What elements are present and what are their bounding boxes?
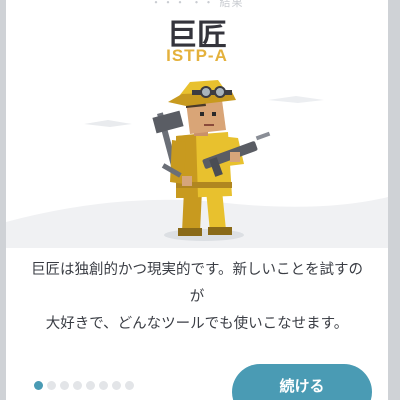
- hand-left: [182, 176, 192, 186]
- bird-right: [268, 96, 324, 103]
- bird-left: [84, 120, 132, 127]
- eye-right: [212, 112, 216, 116]
- description-line-2: 大好きで、どんなツールでも使いこなせます。: [45, 316, 349, 332]
- goggle-lens-left: [200, 86, 212, 98]
- hand-right: [230, 152, 240, 162]
- goggles-strap: [192, 90, 232, 95]
- virtuoso-character-with-tools-icon: [6, 80, 388, 248]
- page-dot-8[interactable]: [125, 381, 134, 390]
- eye-left: [200, 112, 204, 116]
- mouth: [204, 124, 214, 126]
- description-line-1: 巨匠は独創的かつ現実的です。新しいことを試すのが: [30, 262, 364, 305]
- drill-bit: [255, 131, 271, 141]
- personality-type-code: ISTP-A: [166, 46, 228, 65]
- result-card: ・・・ ・・ 結果 巨匠 ISTP-A 巨匠は独創的かつ現実的です。新しいことを…: [6, 0, 388, 400]
- page-indicator: [34, 381, 134, 390]
- progress-caption: ・・・ ・・ 結果: [150, 0, 244, 9]
- page-dot-7[interactable]: [112, 381, 121, 390]
- boot-right: [208, 227, 232, 235]
- continue-button[interactable]: 続ける: [232, 364, 372, 400]
- page-dot-3[interactable]: [60, 381, 69, 390]
- boot-left: [178, 228, 202, 236]
- goggle-lens-right: [214, 86, 226, 98]
- page-dot-1[interactable]: [34, 381, 43, 390]
- page-dot-4[interactable]: [73, 381, 82, 390]
- page-dot-2[interactable]: [47, 381, 56, 390]
- page-dot-6[interactable]: [99, 381, 108, 390]
- personality-description: 巨匠は独創的かつ現実的です。新しいことを試すのが 大好きで、どんなツールでも使い…: [24, 257, 370, 338]
- page-dot-5[interactable]: [86, 381, 95, 390]
